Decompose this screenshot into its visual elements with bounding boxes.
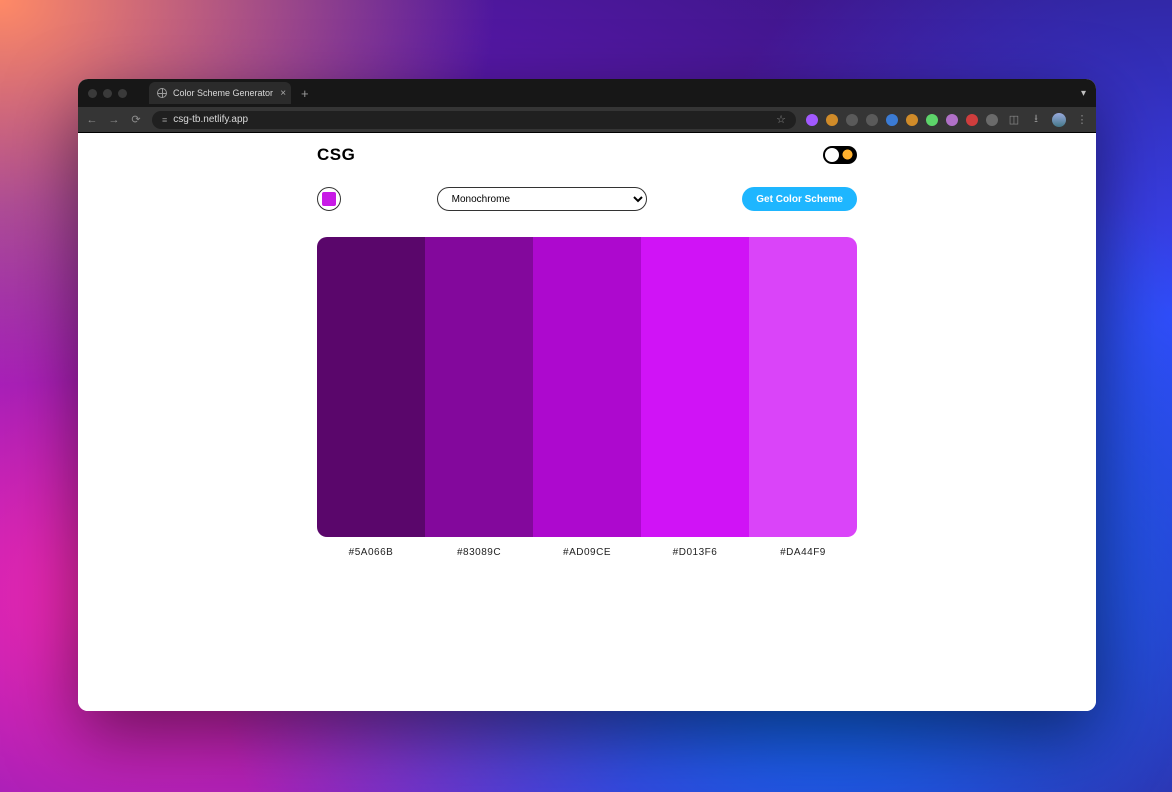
- extension-icon[interactable]: [926, 114, 938, 126]
- url-field[interactable]: ≡ csg-tb.netlify.app ☆: [152, 111, 796, 129]
- palette-column[interactable]: [749, 237, 857, 537]
- hex-label[interactable]: #DA44F9: [749, 547, 857, 558]
- profile-avatar[interactable]: [1052, 113, 1066, 127]
- extensions-icon[interactable]: ◫: [1008, 113, 1020, 126]
- globe-icon: [157, 88, 167, 98]
- theme-toggle[interactable]: [823, 146, 857, 164]
- toggle-knob: [825, 148, 839, 162]
- extension-icon[interactable]: [966, 114, 978, 126]
- extension-icon[interactable]: [846, 114, 858, 126]
- extension-icon[interactable]: [826, 114, 838, 126]
- extension-icon[interactable]: [986, 114, 998, 126]
- app-logo: CSG: [317, 145, 355, 165]
- app-header: CSG: [317, 141, 857, 169]
- hex-label[interactable]: #D013F6: [641, 547, 749, 558]
- hex-label[interactable]: #5A066B: [317, 547, 425, 558]
- extensions-row: [806, 114, 998, 126]
- hex-label[interactable]: #AD09CE: [533, 547, 641, 558]
- seed-color-swatch: [322, 192, 336, 206]
- browser-window: Color Scheme Generator × + ▾ ← → ⟳ ≡ csg…: [78, 79, 1096, 711]
- extension-icon[interactable]: [806, 114, 818, 126]
- hex-codes-row: #5A066B#83089C#AD09CE#D013F6#DA44F9: [317, 547, 857, 558]
- downloads-icon[interactable]: ⭳: [1030, 110, 1042, 129]
- url-text: csg-tb.netlify.app: [173, 114, 770, 125]
- close-icon[interactable]: ×: [280, 88, 286, 99]
- seed-color-picker[interactable]: [317, 187, 341, 211]
- tab-title: Color Scheme Generator: [173, 88, 273, 98]
- kebab-menu-icon[interactable]: ⋮: [1076, 113, 1088, 126]
- tab-active[interactable]: Color Scheme Generator ×: [149, 82, 291, 104]
- tab-strip: Color Scheme Generator × + ▾: [78, 79, 1096, 107]
- back-icon[interactable]: ←: [86, 114, 98, 126]
- palette-column[interactable]: [317, 237, 425, 537]
- sun-icon: [841, 148, 854, 161]
- palette-column[interactable]: [641, 237, 749, 537]
- hex-label[interactable]: #83089C: [425, 547, 533, 558]
- extension-icon[interactable]: [886, 114, 898, 126]
- app-content: CSG Monochrome Get Color Scheme #5A066B#…: [317, 141, 857, 558]
- new-tab-button[interactable]: +: [301, 86, 309, 101]
- forward-icon[interactable]: →: [108, 114, 120, 126]
- extension-icon[interactable]: [866, 114, 878, 126]
- extension-icon[interactable]: [906, 114, 918, 126]
- palette-column[interactable]: [425, 237, 533, 537]
- window-traffic-lights[interactable]: [88, 89, 127, 98]
- site-settings-icon[interactable]: ≡: [162, 115, 167, 125]
- get-scheme-button[interactable]: Get Color Scheme: [742, 187, 857, 211]
- extension-icon[interactable]: [946, 114, 958, 126]
- tab-overflow-icon[interactable]: ▾: [1081, 88, 1086, 99]
- palette-column[interactable]: [533, 237, 641, 537]
- page-viewport: CSG Monochrome Get Color Scheme #5A066B#…: [78, 133, 1096, 711]
- controls-row: Monochrome Get Color Scheme: [317, 187, 857, 211]
- palette: [317, 237, 857, 537]
- bookmark-star-icon[interactable]: ☆: [776, 113, 786, 126]
- browser-toolbar: ← → ⟳ ≡ csg-tb.netlify.app ☆ ◫ ⭳ ⋮: [78, 107, 1096, 133]
- reload-icon[interactable]: ⟳: [130, 113, 142, 126]
- scheme-mode-select[interactable]: Monochrome: [437, 187, 647, 211]
